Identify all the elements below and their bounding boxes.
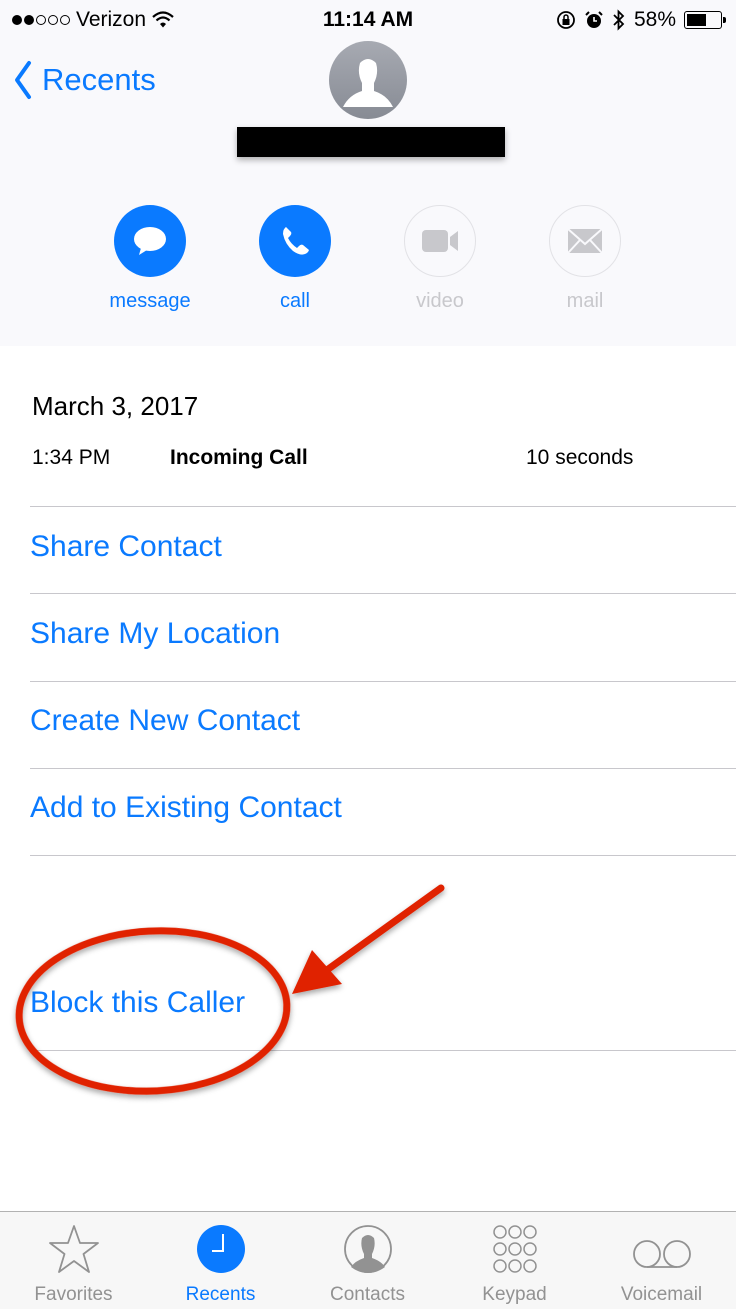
divider <box>30 593 736 594</box>
message-label: message <box>109 290 191 312</box>
add-to-contact-button[interactable]: Add to Existing Contact <box>30 791 342 825</box>
battery-icon <box>684 11 726 29</box>
star-icon <box>48 1225 99 1273</box>
chevron-left-icon <box>15 61 31 99</box>
message-bubble-icon <box>134 227 166 255</box>
tab-favorites[interactable]: Favorites <box>0 1212 147 1309</box>
divider <box>30 506 736 507</box>
bluetooth-icon <box>613 9 625 31</box>
mail-label: mail <box>566 290 604 312</box>
tab-voicemail[interactable]: Voicemail <box>588 1212 735 1309</box>
contact-silhouette-icon <box>343 1225 392 1273</box>
keypad-icon <box>492 1225 537 1273</box>
status-bar: Verizon 11:14 AM 58% <box>0 0 736 40</box>
alarm-icon <box>585 11 603 28</box>
tab-label: Contacts <box>330 1284 405 1305</box>
call-duration: 10 seconds <box>526 446 634 469</box>
clock-icon <box>196 1225 245 1273</box>
call-date: March 3, 2017 <box>32 391 199 421</box>
tab-recents[interactable]: Recents <box>147 1212 294 1309</box>
orientation-lock-icon <box>557 11 575 29</box>
arrow-icon <box>292 884 445 994</box>
divider <box>30 768 736 769</box>
voicemail-icon <box>632 1240 691 1268</box>
call-button[interactable]: call <box>240 205 350 313</box>
battery-percent: 58% <box>633 8 676 31</box>
tab-contacts[interactable]: Contacts <box>294 1212 441 1309</box>
divider <box>30 681 736 682</box>
create-contact-button[interactable]: Create New Contact <box>30 704 300 738</box>
phone-icon <box>283 227 309 255</box>
contact-avatar <box>329 41 407 119</box>
call-label: call <box>279 290 310 312</box>
message-button[interactable]: message <box>95 205 205 313</box>
tab-label: Recents <box>185 1284 256 1305</box>
tab-label: Keypad <box>482 1284 547 1305</box>
contact-name-redacted <box>237 127 505 157</box>
divider <box>30 855 736 856</box>
tab-label: Voicemail <box>620 1284 703 1305</box>
call-time: 1:34 PM <box>32 446 111 469</box>
tab-keypad[interactable]: Keypad <box>441 1212 588 1309</box>
divider <box>30 1050 736 1051</box>
back-button[interactable]: Recents <box>14 60 156 100</box>
tab-bar: Favorites Recents Contacts Keypad Voicem… <box>0 1211 736 1309</box>
share-location-button[interactable]: Share My Location <box>30 617 280 651</box>
mail-button[interactable]: mail <box>530 205 640 313</box>
share-contact-button[interactable]: Share Contact <box>30 530 222 564</box>
block-caller-button[interactable]: Block this Caller <box>30 986 245 1020</box>
call-type: Incoming Call <box>170 446 308 469</box>
back-button-label: Recents <box>42 62 156 97</box>
video-camera-icon <box>422 230 458 252</box>
video-label: video <box>416 290 464 312</box>
person-silhouette-icon <box>343 59 393 107</box>
status-right: 58% <box>556 8 726 32</box>
tab-label: Favorites <box>34 1284 113 1305</box>
envelope-icon <box>567 228 603 254</box>
video-button[interactable]: video <box>385 205 495 313</box>
